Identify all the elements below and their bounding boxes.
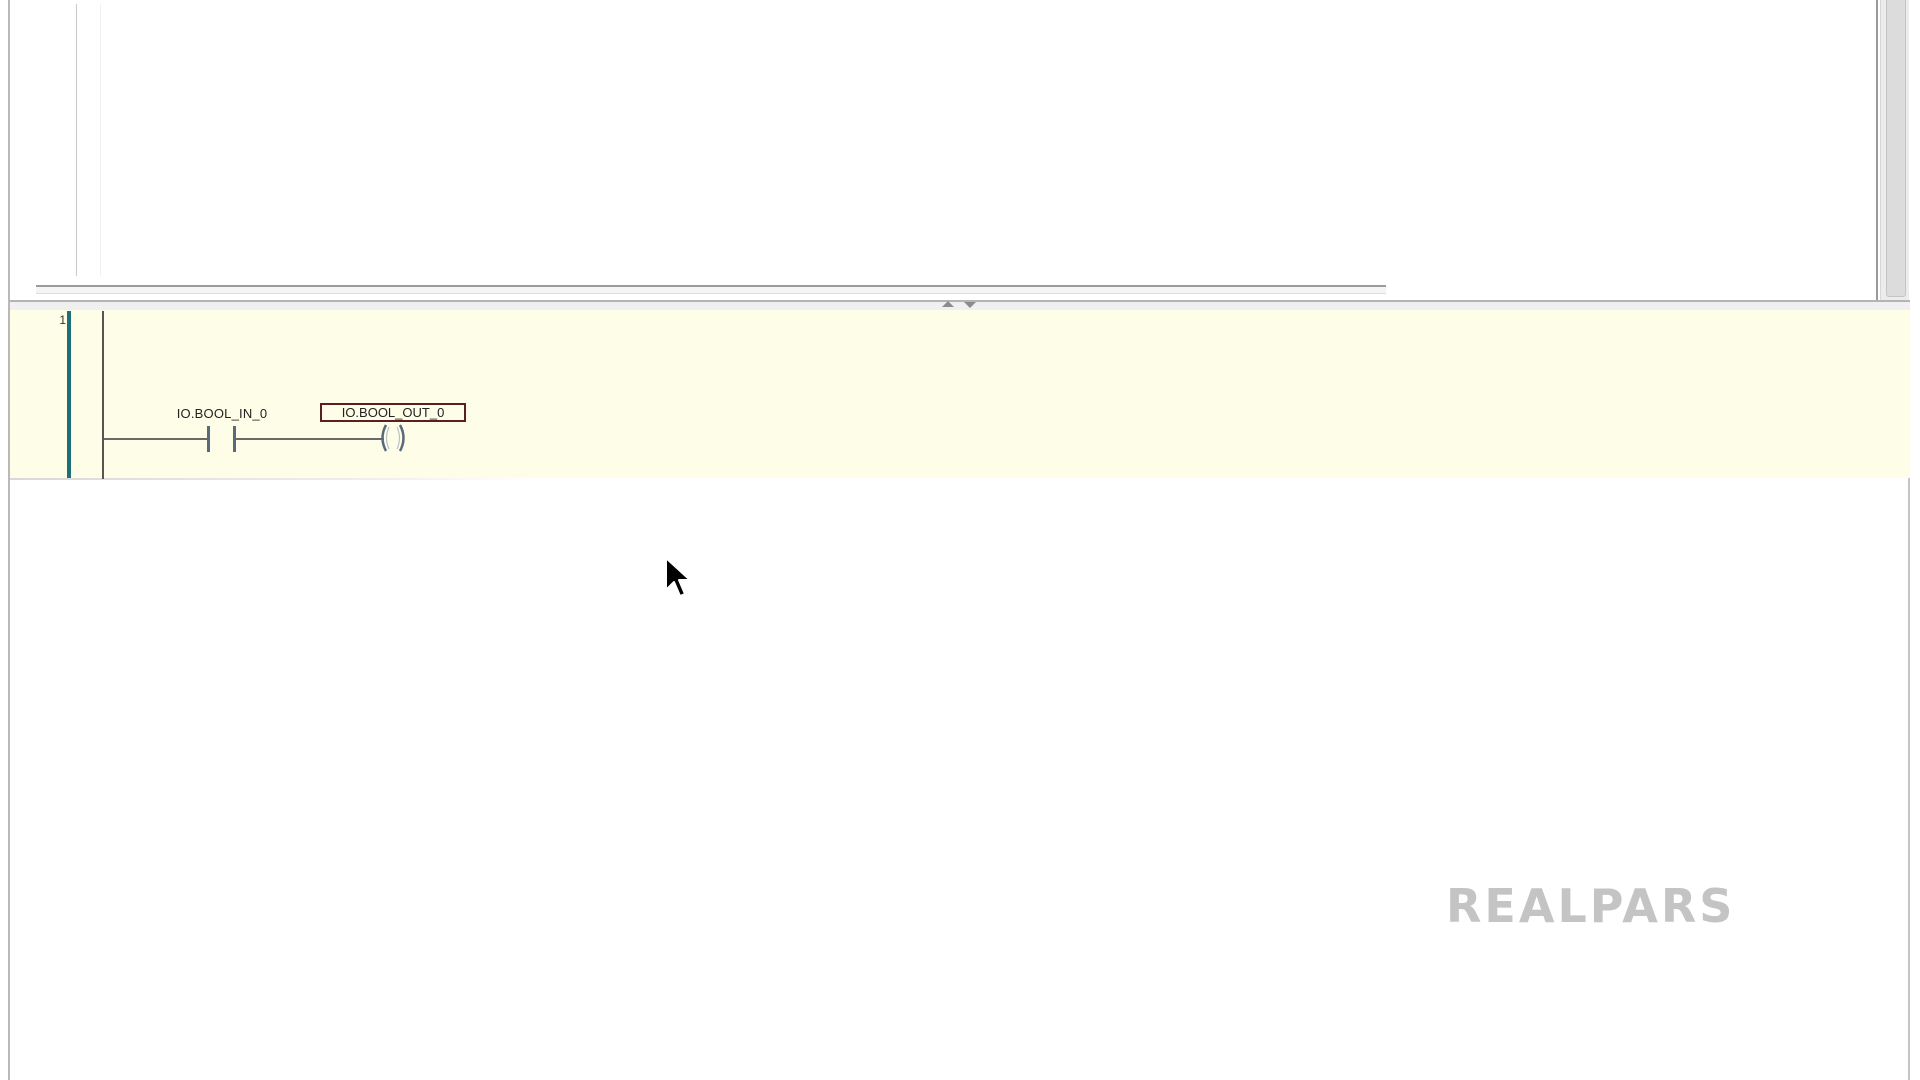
contact-right-bar[interactable] — [233, 426, 236, 452]
network-selection-marker — [67, 311, 71, 478]
rung-wire-middle — [236, 438, 384, 440]
network-number: 1 — [59, 313, 66, 327]
splitter-down-icon[interactable] — [964, 302, 976, 308]
top-pane-gutter-line — [76, 4, 77, 276]
contact-left-bar[interactable] — [207, 426, 210, 452]
top-pane-gutter-shadow — [100, 4, 101, 276]
horizontal-scrollbar[interactable] — [36, 285, 1386, 294]
mouse-pointer-icon — [665, 557, 691, 597]
window-right-border — [1876, 0, 1878, 300]
ladder-empty-area[interactable] — [10, 480, 1908, 1080]
ladder-editor-screen: 1 IO.BOOL_IN_0 IO.BOOL_OUT_0 REALPARS — [0, 0, 1920, 1080]
coil-tag-label[interactable]: IO.BOOL_OUT_0 — [320, 403, 466, 422]
realpars-logo: REALPARS — [1446, 879, 1736, 933]
left-power-rail — [102, 311, 104, 479]
declaration-pane[interactable] — [10, 0, 1876, 300]
rung-wire-left — [104, 438, 210, 440]
vertical-scrollbar-thumb[interactable] — [1886, 0, 1906, 297]
contact-tag-label[interactable]: IO.BOOL_IN_0 — [162, 406, 282, 421]
splitter-up-icon[interactable] — [942, 301, 954, 307]
ladder-network-1[interactable] — [10, 310, 1910, 478]
output-coil-icon[interactable] — [376, 423, 410, 453]
